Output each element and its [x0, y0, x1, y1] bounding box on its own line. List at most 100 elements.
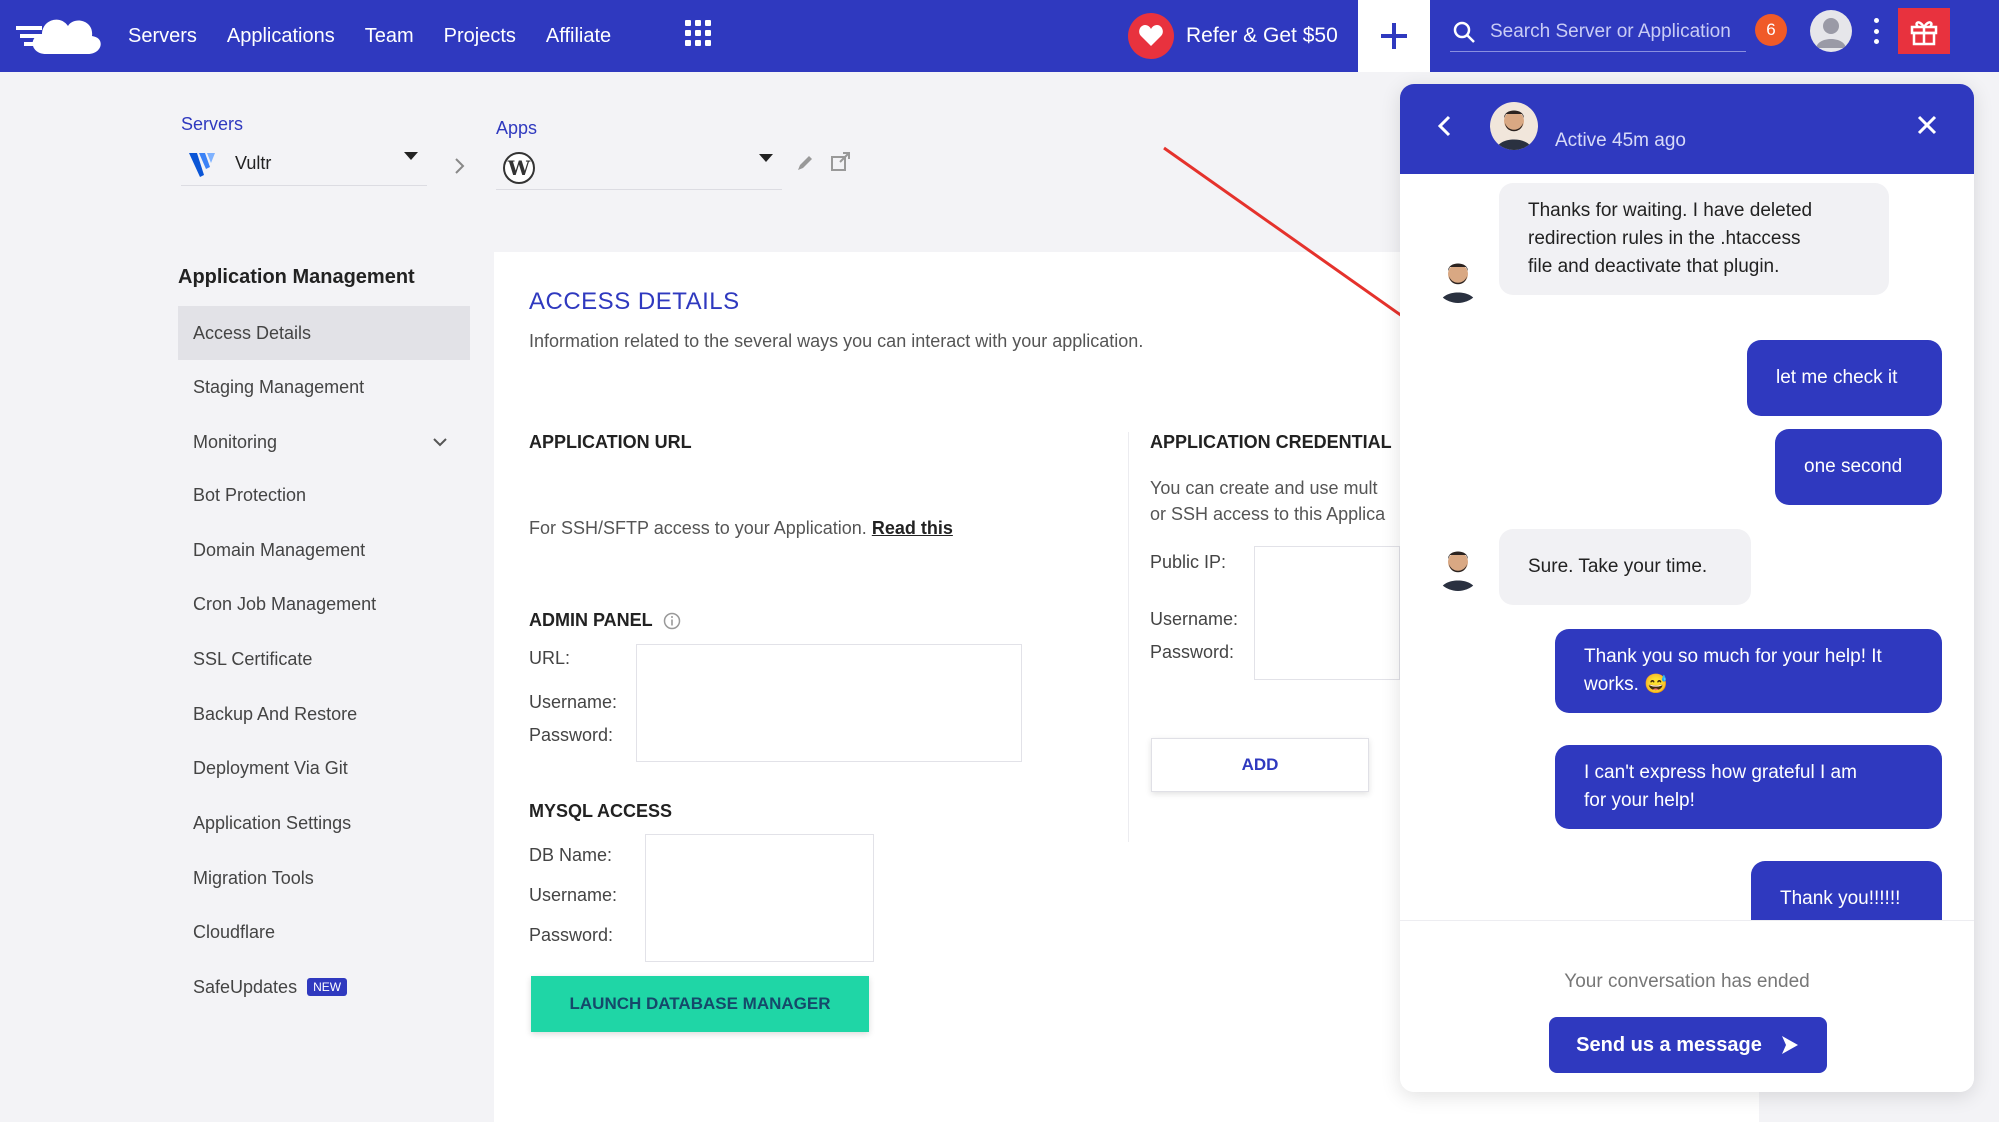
sidebar-item-label: Cloudflare: [193, 921, 276, 942]
nav-affiliate[interactable]: Affiliate: [546, 25, 611, 48]
message-line: Thank you so much for your help! It: [1584, 646, 1882, 667]
sidebar-item-app-settings[interactable]: Application Settings: [178, 796, 470, 850]
cred-password-label: Password:: [1150, 642, 1235, 662]
apps-grid-icon[interactable]: [685, 20, 711, 46]
message-line: Thanks for waiting. I have deleted: [1528, 200, 1813, 221]
new-badge: NEW: [307, 978, 348, 996]
svg-text:W: W: [507, 156, 531, 180]
db-name-label: DB Name:: [529, 845, 613, 865]
public-ip-label: Public IP:: [1150, 552, 1227, 572]
admin-credentials-box: [636, 644, 1022, 762]
page-title: ACCESS DETAILS: [529, 288, 740, 315]
chat-message-user: let me check it: [1747, 340, 1942, 416]
read-this-link[interactable]: Read this: [872, 518, 953, 538]
sidebar-item-label: Migration Tools: [193, 867, 314, 888]
vultr-icon: [189, 152, 215, 177]
wordpress-icon: W: [503, 151, 535, 184]
chat-status: Active 45m ago: [1555, 130, 1686, 151]
app-selector[interactable]: W: [496, 146, 782, 190]
search-input[interactable]: [1490, 20, 1740, 43]
sidebar-item-access-details[interactable]: Access Details: [178, 306, 470, 360]
sidebar-item-git[interactable]: Deployment Via Git: [178, 741, 470, 795]
chevron-down-icon: [759, 154, 773, 162]
sidebar-item-label: Deployment Via Git: [193, 757, 348, 778]
chevron-right-icon: [455, 158, 465, 174]
server-selector[interactable]: Vultr: [181, 142, 427, 186]
sidebar-item-staging[interactable]: Staging Management: [178, 360, 470, 414]
chat-message-user: Thank you so much for your help! It work…: [1555, 629, 1942, 713]
notification-badge[interactable]: 6: [1755, 14, 1787, 46]
ssh-info-label: For SSH/SFTP access to your Application.: [529, 518, 867, 538]
external-link-icon[interactable]: [830, 152, 852, 172]
chat-message-agent: Sure. Take your time.: [1499, 529, 1751, 605]
back-icon[interactable]: [1436, 114, 1454, 138]
sidebar-item-label: Staging Management: [193, 376, 365, 397]
admin-username-label: Username:: [529, 692, 618, 712]
sidebar-item-label: SafeUpdates: [193, 976, 298, 997]
info-icon[interactable]: [663, 612, 681, 630]
launch-database-manager-button[interactable]: LAUNCH DATABASE MANAGER: [531, 976, 869, 1032]
chat-panel: Active 45m ago Thanks for waiting. I hav…: [1400, 84, 1974, 1092]
sidebar-item-safeupdates[interactable]: SafeUpdates NEW: [178, 960, 470, 1014]
admin-panel-title-row: ADMIN PANEL: [529, 610, 681, 631]
plus-icon: [1381, 23, 1407, 49]
sidebar-item-label: Backup And Restore: [193, 703, 358, 724]
send-arrow-icon: [1781, 1036, 1798, 1054]
sidebar-item-cloudflare[interactable]: Cloudflare: [178, 905, 470, 959]
apps-label: Apps: [496, 118, 538, 138]
page-subtitle: Information related to the several ways …: [529, 331, 1144, 351]
sidebar-item-ssl[interactable]: SSL Certificate: [178, 632, 470, 686]
sidebar-item-monitoring[interactable]: Monitoring: [178, 415, 470, 469]
ssh-info-text: For SSH/SFTP access to your Application.…: [529, 518, 953, 539]
refer-button[interactable]: Refer & Get $50: [1128, 12, 1338, 60]
refer-label: Refer & Get $50: [1186, 24, 1338, 47]
message-line: for your help!: [1584, 790, 1695, 811]
sidebar-item-migration[interactable]: Migration Tools: [178, 851, 470, 905]
message-line: Thank you!!!!!!: [1780, 888, 1901, 909]
credentials-box: [1254, 546, 1400, 680]
send-message-label: Send us a message: [1576, 1033, 1762, 1056]
sidebar-heading: Application Management: [178, 266, 415, 288]
sidebar-item-cron[interactable]: Cron Job Management: [178, 577, 470, 631]
admin-panel-title: ADMIN PANEL: [529, 610, 653, 630]
credentials-desc-1: You can create and use mult: [1150, 478, 1378, 498]
sidebar-item-domain[interactable]: Domain Management: [178, 523, 470, 577]
sidebar-item-label: Domain Management: [193, 539, 366, 560]
mysql-title: MYSQL ACCESS: [529, 801, 673, 821]
nav-applications[interactable]: Applications: [227, 25, 335, 48]
sidebar-item-label: SSL Certificate: [193, 648, 313, 669]
chat-header: Active 45m ago: [1400, 84, 1974, 174]
message-line: works. 😅: [1584, 674, 1668, 695]
chat-message-agent: Thanks for waiting. I have deleted redir…: [1499, 183, 1889, 295]
conversation-ended-text: Your conversation has ended: [1564, 971, 1810, 992]
credentials-desc-2: or SSH access to this Applica: [1150, 504, 1386, 524]
sidebar-item-bot-protection[interactable]: Bot Protection: [178, 468, 470, 522]
chat-message-user: one second: [1775, 429, 1942, 505]
search-bar[interactable]: [1450, 12, 1746, 52]
column-divider: [1128, 432, 1129, 842]
send-message-button[interactable]: Send us a message: [1549, 1017, 1827, 1073]
add-credential-button[interactable]: ADD: [1151, 738, 1369, 792]
sidebar-item-label: Application Settings: [193, 812, 352, 833]
sidebar-item-backup[interactable]: Backup And Restore: [178, 687, 470, 741]
sidebar-item-label: Monitoring: [193, 431, 278, 452]
nav-projects[interactable]: Projects: [444, 25, 516, 48]
gift-icon[interactable]: [1898, 8, 1950, 54]
chat-footer: Your conversation has ended Send us a me…: [1400, 920, 1974, 1092]
message-line: one second: [1804, 456, 1903, 477]
message-line: Sure. Take your time.: [1528, 556, 1708, 577]
message-line: file and deactivate that plugin.: [1528, 256, 1780, 277]
chat-message-user: I can't express how grateful I am for yo…: [1555, 745, 1942, 829]
cloudways-logo[interactable]: [16, 6, 102, 62]
agent-avatar: [1490, 102, 1538, 150]
add-new-button[interactable]: [1358, 0, 1430, 72]
edit-icon[interactable]: [796, 154, 814, 172]
nav-team[interactable]: Team: [365, 25, 414, 48]
sidebar-item-label: Access Details: [193, 322, 312, 343]
admin-password-label: Password:: [529, 725, 614, 745]
more-menu-icon[interactable]: [1872, 18, 1880, 44]
chevron-down-icon: [433, 438, 447, 447]
close-icon[interactable]: [1916, 114, 1938, 136]
user-avatar[interactable]: [1810, 10, 1852, 52]
nav-servers[interactable]: Servers: [128, 25, 197, 48]
